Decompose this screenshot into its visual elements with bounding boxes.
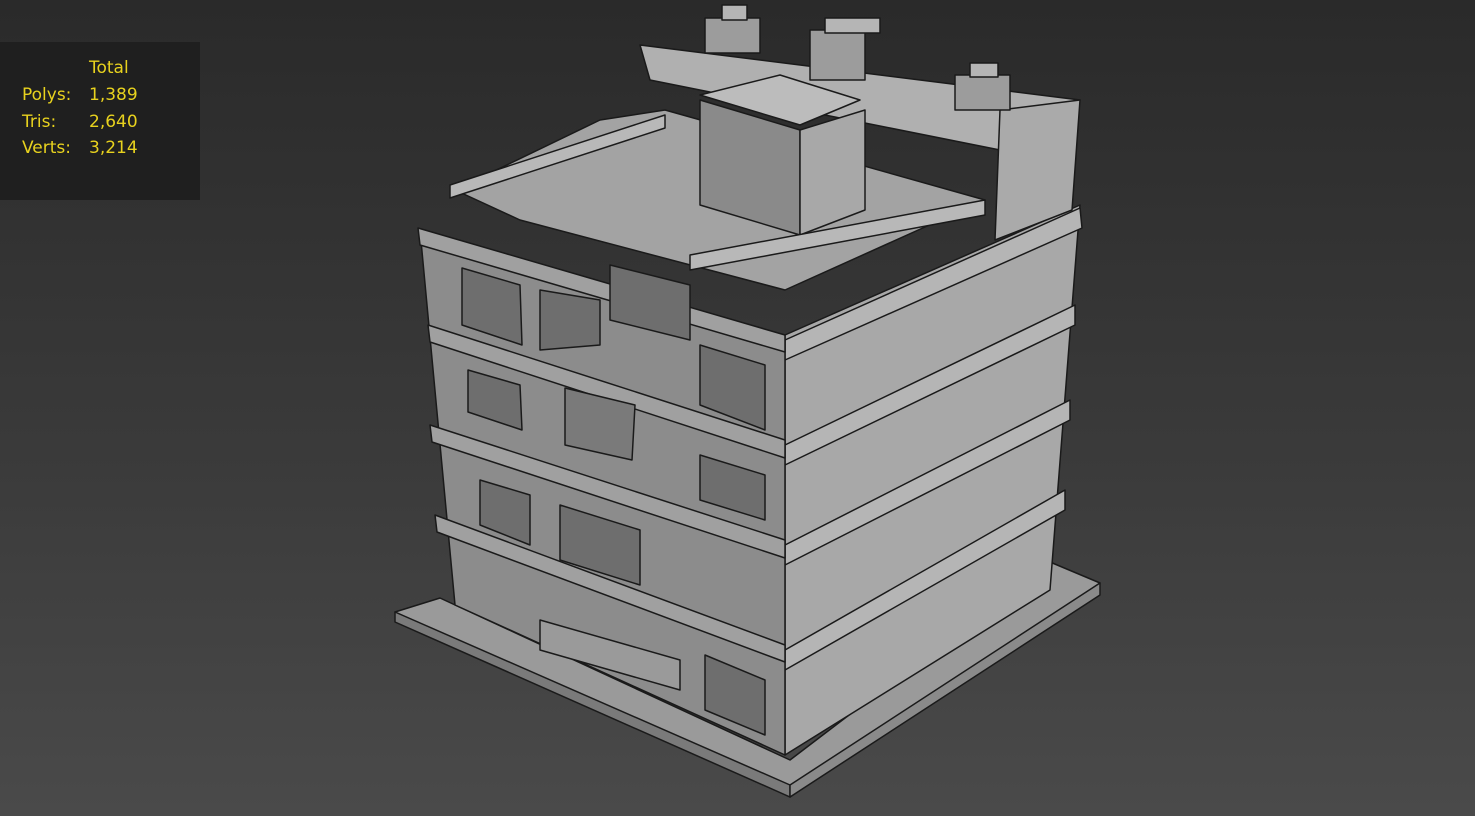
- stats-overlay: Total Polys: 1,389 Tris: 2,640 Verts: 3,214: [0, 42, 200, 200]
- stats-header: Total: [89, 58, 129, 78]
- 3d-viewport[interactable]: [0, 0, 1475, 816]
- building-model: [394, 4, 1101, 798]
- stats-label: Verts:: [22, 138, 72, 158]
- stats-label: Tris:: [22, 112, 57, 132]
- stats-row-polys: Polys: 1,389: [22, 85, 138, 105]
- stats-value: 3,214: [89, 138, 138, 158]
- stats-row-verts: Verts: 3,214: [22, 138, 138, 158]
- stats-row-tris: Tris: 2,640: [22, 112, 138, 132]
- stats-value: 1,389: [89, 85, 138, 105]
- stats-value: 2,640: [89, 112, 138, 132]
- stats-label: Polys:: [22, 85, 72, 105]
